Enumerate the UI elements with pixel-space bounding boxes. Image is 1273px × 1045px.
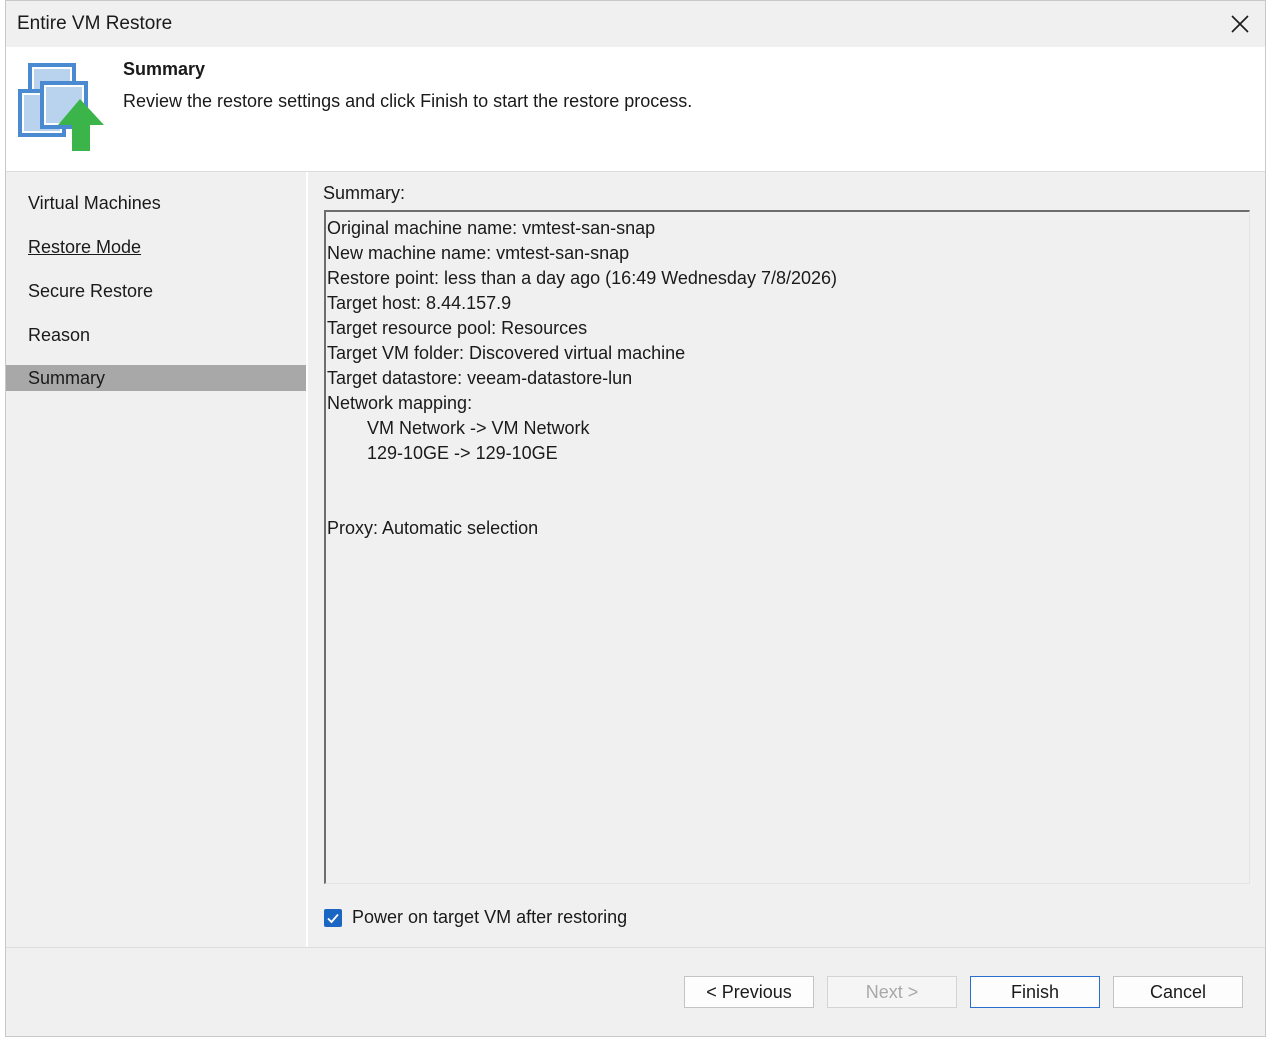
nav-item-summary[interactable]: Summary [6,365,306,391]
nav-item-reason[interactable]: Reason [6,322,306,348]
checkmark-icon [327,913,339,923]
close-icon [1231,15,1249,33]
wizard-steps-nav: Virtual Machines Restore Mode Secure Res… [6,172,308,947]
summary-datastore: Target datastore: veeam-datastore-lun [327,368,633,388]
summary-new-name: New machine name: vmtest-san-snap [327,243,630,263]
summary-textbox[interactable]: Original machine name: vmtest-san-snap N… [324,210,1250,884]
restore-wizard-window: Entire VM Restore Summary Review the res… [5,0,1266,1037]
summary-proxy: Proxy: Automatic selection [327,518,539,538]
summary-spacer [327,466,1249,516]
next-button[interactable]: Next > [827,976,957,1008]
cancel-button[interactable]: Cancel [1113,976,1243,1008]
summary-target-host: Target host: 8.44.157.9 [327,293,512,313]
nav-item-restore-mode[interactable]: Restore Mode [6,234,306,260]
close-button[interactable] [1225,9,1255,39]
summary-network-map-2: 129-10GE -> 129-10GE [367,443,558,463]
summary-content: Summary: Original machine name: vmtest-s… [308,172,1265,947]
power-on-label: Power on target VM after restoring [352,907,628,927]
finish-button[interactable]: Finish [970,976,1100,1008]
footer-divider [6,947,1265,948]
summary-restore-point: Restore point: less than a day ago (16:4… [327,268,838,288]
summary-vm-folder: Target VM folder: Discovered virtual mac… [327,343,686,363]
wizard-header: Summary Review the restore settings and … [6,47,1265,172]
nav-item-secure-restore[interactable]: Secure Restore [6,278,306,304]
power-on-checkbox[interactable] [324,908,342,927]
summary-label: Summary: [323,183,406,203]
title-bar: Entire VM Restore [6,1,1265,47]
header-title: Summary [123,59,206,79]
summary-network-map-1: VM Network -> VM Network [367,418,590,438]
summary-original-name: Original machine name: vmtest-san-snap [327,218,656,238]
previous-button[interactable]: < Previous [684,976,814,1008]
window-title: Entire VM Restore [17,13,173,34]
header-subtitle: Review the restore settings and click Fi… [123,91,693,111]
summary-resource-pool: Target resource pool: Resources [327,318,588,338]
summary-network-mapping: Network mapping: [327,393,473,413]
vm-restore-icon [18,63,104,151]
power-on-option[interactable]: Power on target VM after restoring [324,907,627,928]
nav-item-virtual-machines[interactable]: Virtual Machines [6,190,306,216]
